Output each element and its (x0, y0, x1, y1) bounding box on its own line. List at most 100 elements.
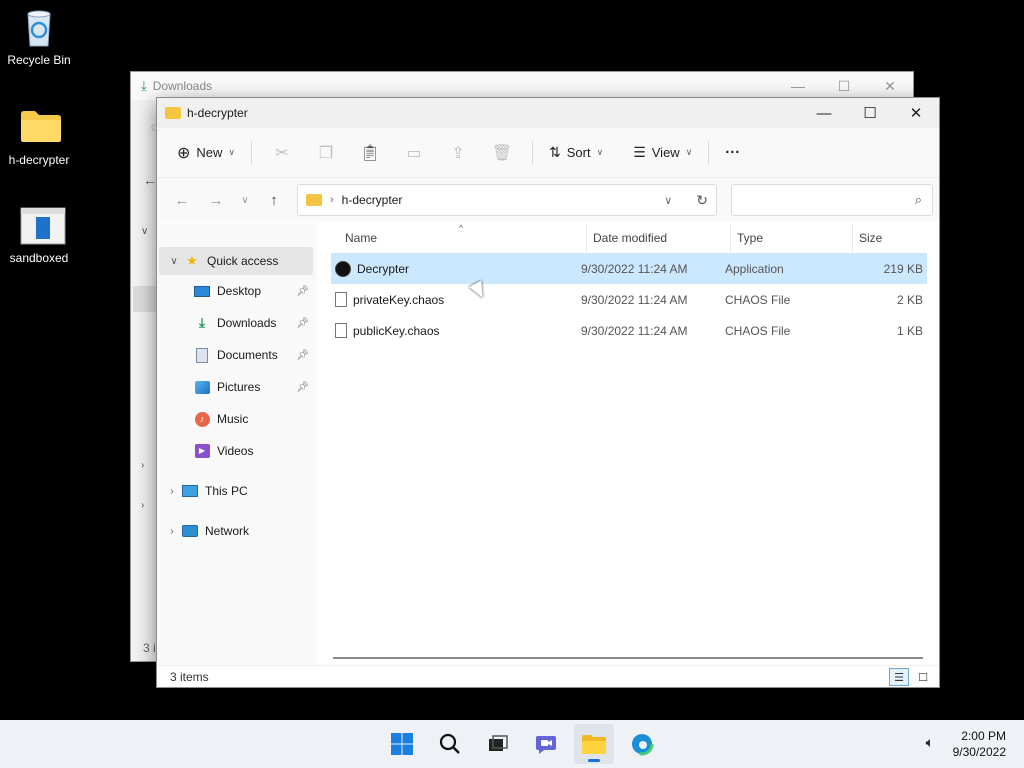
address-dropdown-button[interactable]: ∨ (664, 194, 672, 207)
minimize-button[interactable]: — (801, 98, 847, 128)
file-explorer-window[interactable]: h-decrypter — ☐ ✕ ⊕ New ∨ ✂ ❐ 📋︎ ▭ ⇪ 🗑︎ … (156, 97, 940, 688)
volume-icon[interactable]: 🔈︎ (926, 734, 934, 751)
tiles-view-button[interactable]: ☐ (913, 668, 933, 686)
chevron-right-icon: › (170, 525, 174, 537)
chevron-right-icon: › (141, 460, 145, 471)
nav-this-pc[interactable]: › This PC (157, 475, 317, 507)
share-icon: ⇪ (451, 144, 465, 162)
desktop-icon-label: sandboxed (9, 251, 69, 265)
file-date: 9/30/2022 11:24 AM (581, 261, 688, 276)
new-button[interactable]: ⊕ New ∨ (169, 137, 243, 169)
search-button[interactable] (430, 724, 470, 764)
back-arrow-icon: ← (143, 172, 157, 188)
nav-item-pictures[interactable]: Pictures 📌︎ (157, 371, 317, 403)
column-size[interactable]: Size (853, 223, 933, 253)
nav-network[interactable]: › Network (157, 515, 317, 547)
desktop-icon-label: Recycle Bin (7, 53, 71, 67)
details-view-button[interactable]: ☰ (889, 668, 909, 686)
nav-label: Music (217, 412, 249, 426)
column-type[interactable]: Type (731, 223, 853, 253)
item-count: 3 items (170, 669, 209, 684)
view-button[interactable]: ☰ View ∨ (625, 138, 700, 167)
column-header: ^ Name Date modified Type Size (317, 223, 939, 253)
folder-icon (306, 194, 322, 206)
chevron-down-icon: ∨ (228, 147, 236, 157)
search-icon (439, 733, 460, 754)
close-button[interactable]: ✕ (867, 72, 913, 100)
nav-label: Network (205, 524, 250, 538)
desktop-icon-h-decrypter[interactable]: h-decrypter (4, 108, 74, 167)
task-view-button[interactable] (478, 724, 518, 764)
command-bar: ⊕ New ∨ ✂ ❐ 📋︎ ▭ ⇪ 🗑︎ ⇅ Sort ∨ ☰ View ∨ … (157, 128, 939, 178)
chat-icon (536, 736, 556, 754)
file-icon (335, 323, 347, 338)
nav-item-downloads[interactable]: ⤓ Downloads 📌︎ (157, 307, 317, 339)
column-date-modified[interactable]: Date modified (587, 223, 731, 253)
windows-logo-icon (391, 733, 413, 755)
clipboard-icon: 📋︎ (359, 144, 381, 162)
back-button[interactable]: ← (165, 192, 199, 209)
close-button[interactable]: ✕ (893, 98, 939, 128)
rename-icon: ▭ (406, 144, 422, 162)
nav-item-documents[interactable]: Documents 📌︎ (157, 339, 317, 371)
sandbox-icon (19, 206, 66, 246)
nav-label: Quick access (207, 254, 279, 268)
sort-ascending-icon: ^ (459, 223, 464, 233)
table-row[interactable]: publicKey.chaos 9/30/2022 11:24 AM CHAOS… (331, 315, 927, 346)
folder-icon (19, 108, 61, 148)
nav-item-music[interactable]: ♪ Music (157, 403, 317, 435)
more-options-button[interactable]: ··· (717, 138, 748, 167)
nav-quick-access[interactable]: ∨ ★ Quick access (159, 247, 313, 275)
maximize-button[interactable]: ☐ (821, 72, 867, 100)
explorer-body: ∨ ★ Quick access Desktop 📌︎ ⤓ Downloads … (157, 223, 939, 665)
rename-button[interactable]: ▭ (392, 138, 436, 168)
start-button[interactable] (382, 724, 422, 764)
recent-locations-button[interactable]: ∨ (233, 195, 257, 206)
nav-item-desktop[interactable]: Desktop 📌︎ (157, 275, 317, 307)
table-row[interactable]: Decrypter 9/30/2022 11:24 AM Application… (331, 253, 927, 284)
toolbar-divider (251, 140, 253, 165)
copy-button[interactable]: ❐ (304, 138, 348, 168)
new-label: New (196, 145, 223, 160)
sort-icon: ⇅ (549, 144, 561, 160)
cut-button[interactable]: ✂ (260, 138, 304, 168)
file-size: 219 KB (883, 261, 923, 276)
maximize-button[interactable]: ☐ (847, 98, 893, 128)
nav-label: Videos (217, 444, 254, 458)
delete-button[interactable]: 🗑︎ (480, 138, 524, 168)
minimize-button[interactable]: — (775, 72, 821, 100)
trash-icon: 🗑︎ (491, 144, 513, 162)
search-input[interactable] (729, 186, 915, 214)
share-button[interactable]: ⇪ (436, 138, 480, 168)
folder-icon (582, 735, 606, 754)
desktop-icon-recycle-bin[interactable]: Recycle Bin (4, 8, 74, 67)
horizontal-scrollbar[interactable] (333, 657, 923, 659)
address-bar[interactable]: › h-decrypter ∨ ↻ (297, 184, 717, 216)
paste-button[interactable]: 📋︎ (348, 138, 392, 168)
window-controls: — ☐ ✕ (801, 98, 939, 128)
file-name: publicKey.chaos (353, 323, 440, 338)
column-label: Type (737, 231, 764, 245)
table-row[interactable]: privateKey.chaos 9/30/2022 11:24 AM CHAO… (331, 284, 927, 315)
nav-item-videos[interactable]: ▶ Videos (157, 435, 317, 467)
download-icon: ⤓ (199, 315, 205, 330)
desktop-icon (193, 283, 211, 299)
search-box[interactable]: ⌕ (729, 184, 933, 216)
file-explorer-button[interactable] (574, 724, 614, 764)
network-icon (181, 523, 199, 539)
edge-browser-button[interactable] (622, 724, 662, 764)
copy-icon: ❐ (318, 144, 334, 162)
file-size: 1 KB (896, 323, 923, 338)
sort-button[interactable]: ⇅ Sort ∨ (541, 138, 611, 167)
file-name: privateKey.chaos (353, 292, 445, 307)
forward-button[interactable]: → (199, 192, 233, 209)
desktop-icon-sandboxed[interactable]: sandboxed (4, 206, 74, 265)
chat-button[interactable] (526, 724, 566, 764)
address-row: ← → ∨ ↑ › h-decrypter ∨ ↻ ⌕ (157, 178, 939, 222)
download-icon: ⤓ (141, 78, 147, 93)
refresh-button[interactable]: ↻ (696, 192, 708, 209)
column-name[interactable]: Name (317, 223, 587, 253)
system-clock[interactable]: 2:00 PM 9/30/2022 (953, 728, 1006, 760)
computer-icon (181, 483, 199, 499)
up-button[interactable]: ↑ (257, 192, 291, 209)
